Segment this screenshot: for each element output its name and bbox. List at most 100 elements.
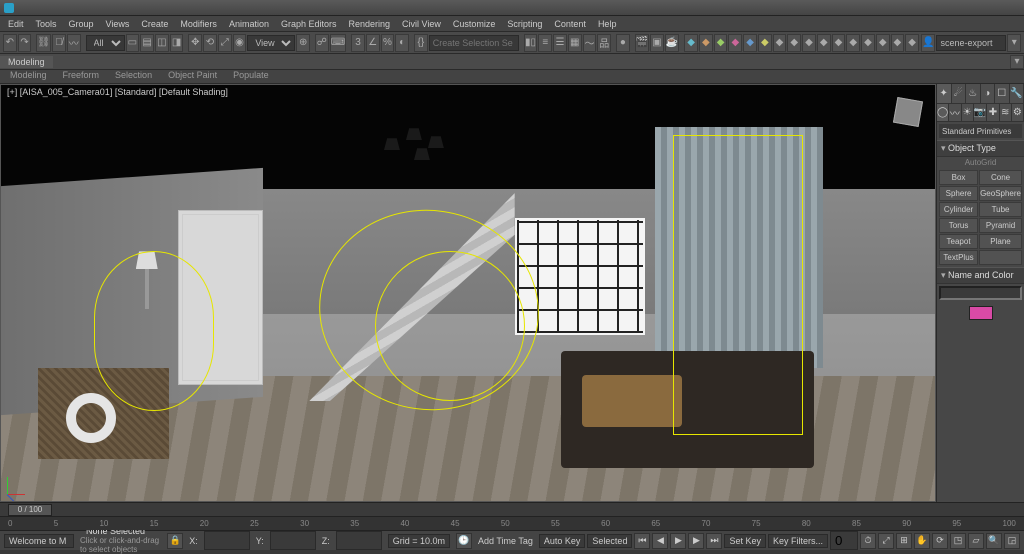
- schematic-view-button[interactable]: 品: [597, 34, 611, 52]
- ref-coord-dropdown[interactable]: View: [247, 35, 295, 51]
- pan-button[interactable]: ✋: [914, 533, 930, 549]
- primitive-cylinder[interactable]: Cylinder: [939, 202, 978, 217]
- menu-civil-view[interactable]: Civil View: [396, 18, 447, 30]
- modify-tab[interactable]: ☄: [952, 84, 967, 103]
- curve-editor-button[interactable]: 〜: [583, 34, 597, 52]
- current-frame-field[interactable]: [830, 531, 858, 550]
- timeline-ruler[interactable]: 0510152025303540455055606570758085909510…: [0, 516, 1024, 530]
- menu-create[interactable]: Create: [135, 18, 174, 30]
- plugin-icon[interactable]: ◆: [832, 34, 846, 52]
- primitive-box[interactable]: Box: [939, 170, 978, 185]
- prev-frame-button[interactable]: ◀: [652, 533, 668, 549]
- primitive-cone[interactable]: Cone: [979, 170, 1022, 185]
- plugin-icon[interactable]: ◆: [787, 34, 801, 52]
- menu-customize[interactable]: Customize: [447, 18, 502, 30]
- primitive-tube[interactable]: Tube: [979, 202, 1022, 217]
- cameras-button[interactable]: 📷: [974, 104, 987, 121]
- link-button[interactable]: ⛓: [36, 34, 51, 52]
- layer-button[interactable]: ☰: [553, 34, 567, 52]
- plugin-icon[interactable]: ◆: [876, 34, 890, 52]
- shapes-button[interactable]: 〰: [949, 104, 961, 121]
- key-filters-button[interactable]: Key Filters...: [768, 534, 828, 548]
- render-button[interactable]: ☕: [665, 34, 679, 52]
- time-config-button[interactable]: ⏱: [860, 533, 876, 549]
- menu-tools[interactable]: Tools: [30, 18, 63, 30]
- keyboard-shortcut-button[interactable]: ⌨: [330, 34, 346, 52]
- viewport-label[interactable]: [+] [AISA_005_Camera01] [Standard] [Defa…: [7, 87, 228, 97]
- ribbon-tab-modeling[interactable]: Modeling: [0, 56, 53, 68]
- plugin-icon[interactable]: ◆: [684, 34, 698, 52]
- bind-spacewarp-button[interactable]: 〰: [67, 34, 81, 52]
- material-editor-button[interactable]: ●: [616, 34, 630, 52]
- subtab-modeling[interactable]: Modeling: [2, 70, 55, 83]
- spinner-snap-button[interactable]: ◐: [395, 34, 409, 52]
- subtab-freeform[interactable]: Freeform: [55, 70, 108, 83]
- lights-button[interactable]: ☀: [962, 104, 974, 121]
- menu-scripting[interactable]: Scripting: [501, 18, 548, 30]
- unlink-button[interactable]: ⛓̸: [52, 34, 66, 52]
- select-region-button[interactable]: ◫: [155, 34, 169, 52]
- use-pivot-button[interactable]: ⊕: [296, 34, 310, 52]
- workspace-field[interactable]: [936, 35, 1006, 51]
- time-slider[interactable]: 0 / 100: [0, 502, 1024, 516]
- hierarchy-tab[interactable]: ♨: [966, 84, 981, 103]
- menu-content[interactable]: Content: [548, 18, 592, 30]
- subtab-populate[interactable]: Populate: [225, 70, 277, 83]
- menu-views[interactable]: Views: [100, 18, 136, 30]
- systems-button[interactable]: ⚙: [1012, 104, 1024, 121]
- subtab-selection[interactable]: Selection: [107, 70, 160, 83]
- plugin-icon[interactable]: ◆: [846, 34, 860, 52]
- plugin-icon[interactable]: ◆: [728, 34, 742, 52]
- ribbon-toggle-button[interactable]: ▦: [568, 34, 582, 52]
- plugin-icon[interactable]: ◆: [699, 34, 713, 52]
- viewcube[interactable]: [885, 89, 931, 135]
- ribbon-minimize-button[interactable]: ▾: [1010, 55, 1024, 69]
- angle-snap-button[interactable]: ∠: [366, 34, 380, 52]
- plugin-icon[interactable]: ◆: [905, 34, 919, 52]
- workspace-menu-button[interactable]: ▾: [1007, 34, 1021, 52]
- selection-filter-dropdown[interactable]: All: [86, 35, 125, 51]
- menu-help[interactable]: Help: [592, 18, 623, 30]
- time-slider-handle[interactable]: 0 / 100: [8, 504, 52, 516]
- autogrid-checkbox[interactable]: AutoGrid: [937, 157, 1024, 168]
- move-button[interactable]: ✥: [188, 34, 202, 52]
- time-tag-icon[interactable]: 🕒: [456, 533, 472, 549]
- snap-toggle-button[interactable]: 3: [351, 34, 365, 52]
- placement-button[interactable]: ◉: [233, 34, 247, 52]
- set-key-button[interactable]: Set Key: [724, 534, 766, 548]
- plugin-icon[interactable]: ◆: [714, 34, 728, 52]
- geometry-button[interactable]: ◯: [937, 104, 949, 121]
- rollout-object-type[interactable]: Object Type: [937, 140, 1024, 157]
- zoom-region-button[interactable]: 🔍: [986, 533, 1002, 549]
- coord-y-field[interactable]: [270, 531, 316, 550]
- edit-named-sel-button[interactable]: {}: [414, 34, 428, 52]
- zoom-extents-button[interactable]: ⤢: [878, 533, 894, 549]
- min-max-button[interactable]: ◲: [1004, 533, 1020, 549]
- zoom-all-button[interactable]: ⊞: [896, 533, 912, 549]
- render-frame-button[interactable]: ▣: [650, 34, 664, 52]
- viewport[interactable]: [+] [AISA_005_Camera01] [Standard] [Defa…: [0, 84, 936, 502]
- plugin-icon[interactable]: ◆: [817, 34, 831, 52]
- manipulate-button[interactable]: ☍: [315, 34, 329, 52]
- align-button[interactable]: ≡: [538, 34, 552, 52]
- select-object-button[interactable]: ▭: [126, 34, 140, 52]
- spacewarps-button[interactable]: ≋: [1000, 104, 1012, 121]
- plugin-icon[interactable]: ◆: [743, 34, 757, 52]
- named-selection-field[interactable]: [429, 35, 519, 51]
- menu-graph-editors[interactable]: Graph Editors: [275, 18, 343, 30]
- plugin-icon[interactable]: ◆: [861, 34, 875, 52]
- primitive-pyramid[interactable]: Pyramid: [979, 218, 1022, 233]
- next-frame-button[interactable]: ▶: [688, 533, 704, 549]
- rollout-name-color[interactable]: Name and Color: [937, 267, 1024, 284]
- display-tab[interactable]: ☐: [995, 84, 1010, 103]
- goto-start-button[interactable]: ⏮: [634, 533, 650, 549]
- menu-edit[interactable]: Edit: [2, 18, 30, 30]
- primitive-textplus[interactable]: TextPlus: [939, 250, 978, 265]
- motion-tab[interactable]: ◑: [981, 84, 996, 103]
- menu-modifiers[interactable]: Modifiers: [174, 18, 223, 30]
- primitive-sphere[interactable]: Sphere: [939, 186, 978, 201]
- create-tab[interactable]: ✦: [937, 84, 952, 103]
- scale-button[interactable]: ⤢: [218, 34, 232, 52]
- coord-x-field[interactable]: [204, 531, 250, 550]
- window-crossing-button[interactable]: ◨: [170, 34, 184, 52]
